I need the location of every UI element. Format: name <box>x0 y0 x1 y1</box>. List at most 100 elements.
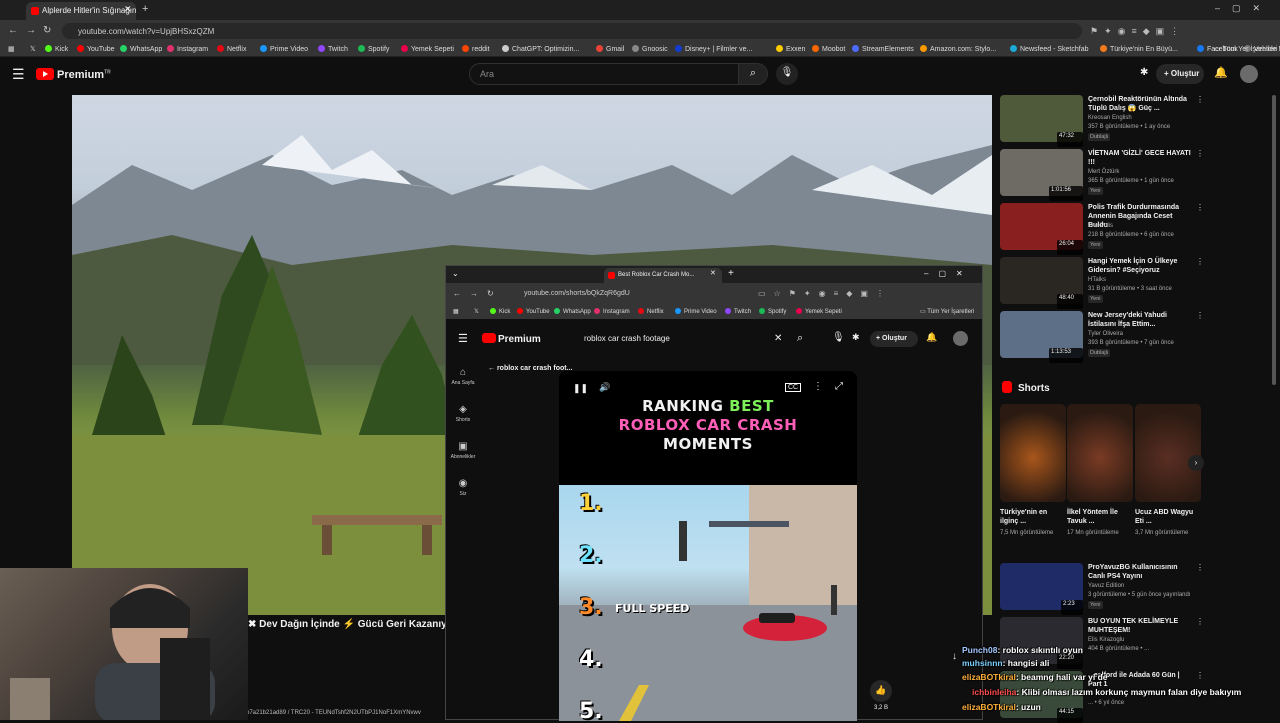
video-title[interactable]: BU OYUN TEK KELİMEYLE MUHTEŞEM! <box>1088 617 1192 635</box>
recommendation-item[interactable]: 48:40 Hangi Yemek İçin O Ülkeye Gidersin?… <box>1000 257 1204 309</box>
avatar[interactable] <box>953 331 968 346</box>
short-thumbnail[interactable] <box>1067 404 1133 502</box>
cast-icon[interactable]: ✱ <box>852 332 860 343</box>
extensions-toolbar[interactable]: ⚑✦◉≡◆▣⋮ <box>1090 26 1185 37</box>
popup-url-field[interactable]: youtube.com/shorts/bQkZqR6gdU <box>508 287 768 301</box>
page-scrollbar[interactable] <box>1272 95 1276 385</box>
more-options-icon[interactable]: ⋮ <box>1196 563 1204 572</box>
channel-name[interactable]: Yavuz Edition <box>1088 583 1124 589</box>
popup-search-input[interactable]: roblox car crash footage <box>576 329 786 349</box>
video-title[interactable]: New Jersey'deki Yahudi İstilasını İfşa E… <box>1088 311 1192 329</box>
recommendation-item[interactable]: 47:32 Çernobil Reaktörünün Altında Tüplü … <box>1000 95 1204 147</box>
hamburger-menu-icon[interactable]: ☰ <box>458 332 468 345</box>
more-icon[interactable]: ⋮ <box>813 381 823 392</box>
more-options-icon[interactable]: ⋮ <box>1196 149 1204 158</box>
bookmark-item[interactable]: Prime Video <box>260 45 308 53</box>
channel-name[interactable]: Tyler Oliveira <box>1088 331 1123 337</box>
bookmark-item[interactable]: Prime Video <box>675 308 717 315</box>
recommendation-item[interactable]: 1:13:53 New Jersey'deki Yahudi İstilasını… <box>1000 311 1204 363</box>
back-icon[interactable]: ← <box>8 25 18 36</box>
nav-item-shorts[interactable]: ◈ Shorts <box>446 404 480 423</box>
bookmark-item[interactable]: Amazon.com: Stylo... <box>920 45 996 53</box>
bookmark-item[interactable]: Spotify <box>358 45 389 53</box>
bookmark-item[interactable]: Kick <box>45 45 68 53</box>
bookmark-item[interactable]: Netflix <box>638 308 664 315</box>
all-bookmarks[interactable]: ▭ Tüm Yer İşaretleri <box>920 308 974 315</box>
bookmark-item[interactable]: Yemek Sepeti <box>401 45 454 53</box>
bookmark-item[interactable]: WhatsApp <box>120 45 162 53</box>
bookmark-item[interactable]: Instagram <box>594 308 630 315</box>
pause-icon[interactable]: ❚❚ <box>573 383 588 394</box>
apps-icon[interactable]: ▦ <box>453 308 459 315</box>
bookmark-item[interactable]: ChatGPT: Optimizin... <box>502 45 579 53</box>
short-title[interactable]: İlkel Yöntem İle Tavuk ... <box>1067 508 1133 526</box>
x-bookmark-icon[interactable]: 𝕏 <box>474 308 479 315</box>
bookmark-item[interactable]: reddit <box>462 45 490 53</box>
bookmark-item[interactable]: Exxen <box>776 45 805 53</box>
channel-name[interactable]: Mert Öztürk <box>1088 169 1119 175</box>
more-options-icon[interactable]: ⋮ <box>1196 311 1204 320</box>
tab-close-icon[interactable]: ✕ <box>710 269 716 277</box>
bookmark-item[interactable]: Yemek Sepeti <box>796 308 842 315</box>
bookmark-item[interactable]: Gnoosic <box>632 45 668 53</box>
video-title[interactable]: Hangi Yemek İçin O Ülkeye Gidersin? #Seç… <box>1088 257 1192 275</box>
bookmark-item[interactable]: Türkiye'nin En Büyü... <box>1100 45 1178 53</box>
fullscreen-icon[interactable]: ⤢ <box>835 381 843 392</box>
bookmark-item[interactable]: Gmail <box>596 45 624 53</box>
url-field[interactable]: youtube.com/watch?v=UpjBHSxzQZM <box>62 23 1082 39</box>
popup-tab-active[interactable]: Best Roblox Car Crash Mo... <box>604 268 722 283</box>
tab-close-icon[interactable]: ✕ <box>124 4 132 15</box>
more-options-icon[interactable]: ⋮ <box>1196 203 1204 212</box>
breadcrumb[interactable]: ← roblox car crash foot... <box>488 365 572 372</box>
volume-icon[interactable]: 🔊 <box>599 382 610 393</box>
create-button[interactable]: + Oluştur <box>1156 64 1204 84</box>
bookmark-item[interactable]: Instagram <box>167 45 208 53</box>
chat-scroll-down-icon[interactable]: ↓ <box>952 651 957 662</box>
popup-window-controls[interactable]: –▢✕ <box>924 269 973 278</box>
short-item[interactable]: Ucuz ABD Wagyu Eti ... 3,7 Mn görüntüleme <box>1135 404 1201 537</box>
shorts-next-button[interactable]: › <box>1188 455 1204 471</box>
x-bookmark-icon[interactable]: 𝕏 <box>30 45 36 53</box>
back-icon[interactable]: ← <box>453 289 461 298</box>
channel-name[interactable]: Kreosan English <box>1088 115 1132 121</box>
nav-item-home[interactable]: ⌂ Ana Sayfa <box>446 367 480 386</box>
all-bookmarks[interactable]: ▭ Tüm Yer İşaretleri <box>1214 45 1277 53</box>
shorts-player[interactable]: ❚❚ 🔊 CC ⋮ ⤢ RANKING BEST ROBLOX CAR CRAS… <box>559 371 857 721</box>
channel-name[interactable]: The Polis <box>1088 223 1113 229</box>
reload-icon[interactable]: ↻ <box>487 289 494 298</box>
clear-search-icon[interactable]: ✕ <box>774 333 782 344</box>
short-thumbnail[interactable] <box>1135 404 1201 502</box>
new-tab-icon[interactable]: + <box>142 3 148 15</box>
search-button[interactable]: ⌕ <box>738 63 768 85</box>
tab-search-icon[interactable]: ⌄ <box>452 269 459 278</box>
short-title[interactable]: Ucuz ABD Wagyu Eti ... <box>1135 508 1201 526</box>
bookmark-item[interactable]: Netflix <box>217 45 246 53</box>
bookmark-item[interactable]: YouTube <box>517 308 550 315</box>
channel-name[interactable]: HTalks <box>1088 277 1106 283</box>
forward-icon[interactable]: → <box>26 25 36 36</box>
apps-icon[interactable]: ▦ <box>8 45 15 53</box>
short-item[interactable]: Türkiye'nin en ilginç ... 7,5 Mn görüntül… <box>1000 404 1066 537</box>
youtube-logo[interactable]: PremiumTR <box>36 68 111 81</box>
bookmark-item[interactable]: Kick <box>490 308 510 315</box>
bookmark-item[interactable]: Spotify <box>759 308 786 315</box>
captions-icon[interactable]: CC <box>785 383 802 392</box>
video-title[interactable]: ProYavuzBG Kullanıcısının Canlı PS4 Yayı… <box>1088 563 1192 581</box>
popup-extensions[interactable]: ▭☆⚑✦◉≡◆▣⋮ <box>758 289 892 298</box>
video-title[interactable]: VİETNAM 'GİZLİ' GECE HAYATI !!! <box>1088 149 1192 167</box>
cast-icon[interactable]: ✱ <box>1140 67 1148 78</box>
bookmark-item[interactable]: Moobot <box>812 45 845 53</box>
recommendation-item[interactable]: 2:23 ProYavuzBG Kullanıcısının Canlı PS4 … <box>1000 563 1204 615</box>
create-button[interactable]: + Oluştur <box>870 331 918 347</box>
avatar[interactable] <box>1240 65 1258 83</box>
more-options-icon[interactable]: ⋮ <box>1196 617 1204 626</box>
bookmark-item[interactable]: Twitch <box>725 308 751 315</box>
search-icon[interactable]: ⌕ <box>797 332 803 345</box>
recommendation-item[interactable]: 26:04 Polis Trafik Durdurmasında Annenin … <box>1000 203 1204 255</box>
nav-item-you[interactable]: ◉ Siz <box>446 478 480 497</box>
bookmark-item[interactable]: Disney+ | Filmler ve... <box>675 45 752 53</box>
short-item[interactable]: İlkel Yöntem İle Tavuk ... 17 Mn görüntül… <box>1067 404 1133 537</box>
short-thumbnail[interactable] <box>1000 404 1066 502</box>
reload-icon[interactable]: ↻ <box>43 25 51 36</box>
bookmark-item[interactable]: Twitch <box>318 45 348 53</box>
